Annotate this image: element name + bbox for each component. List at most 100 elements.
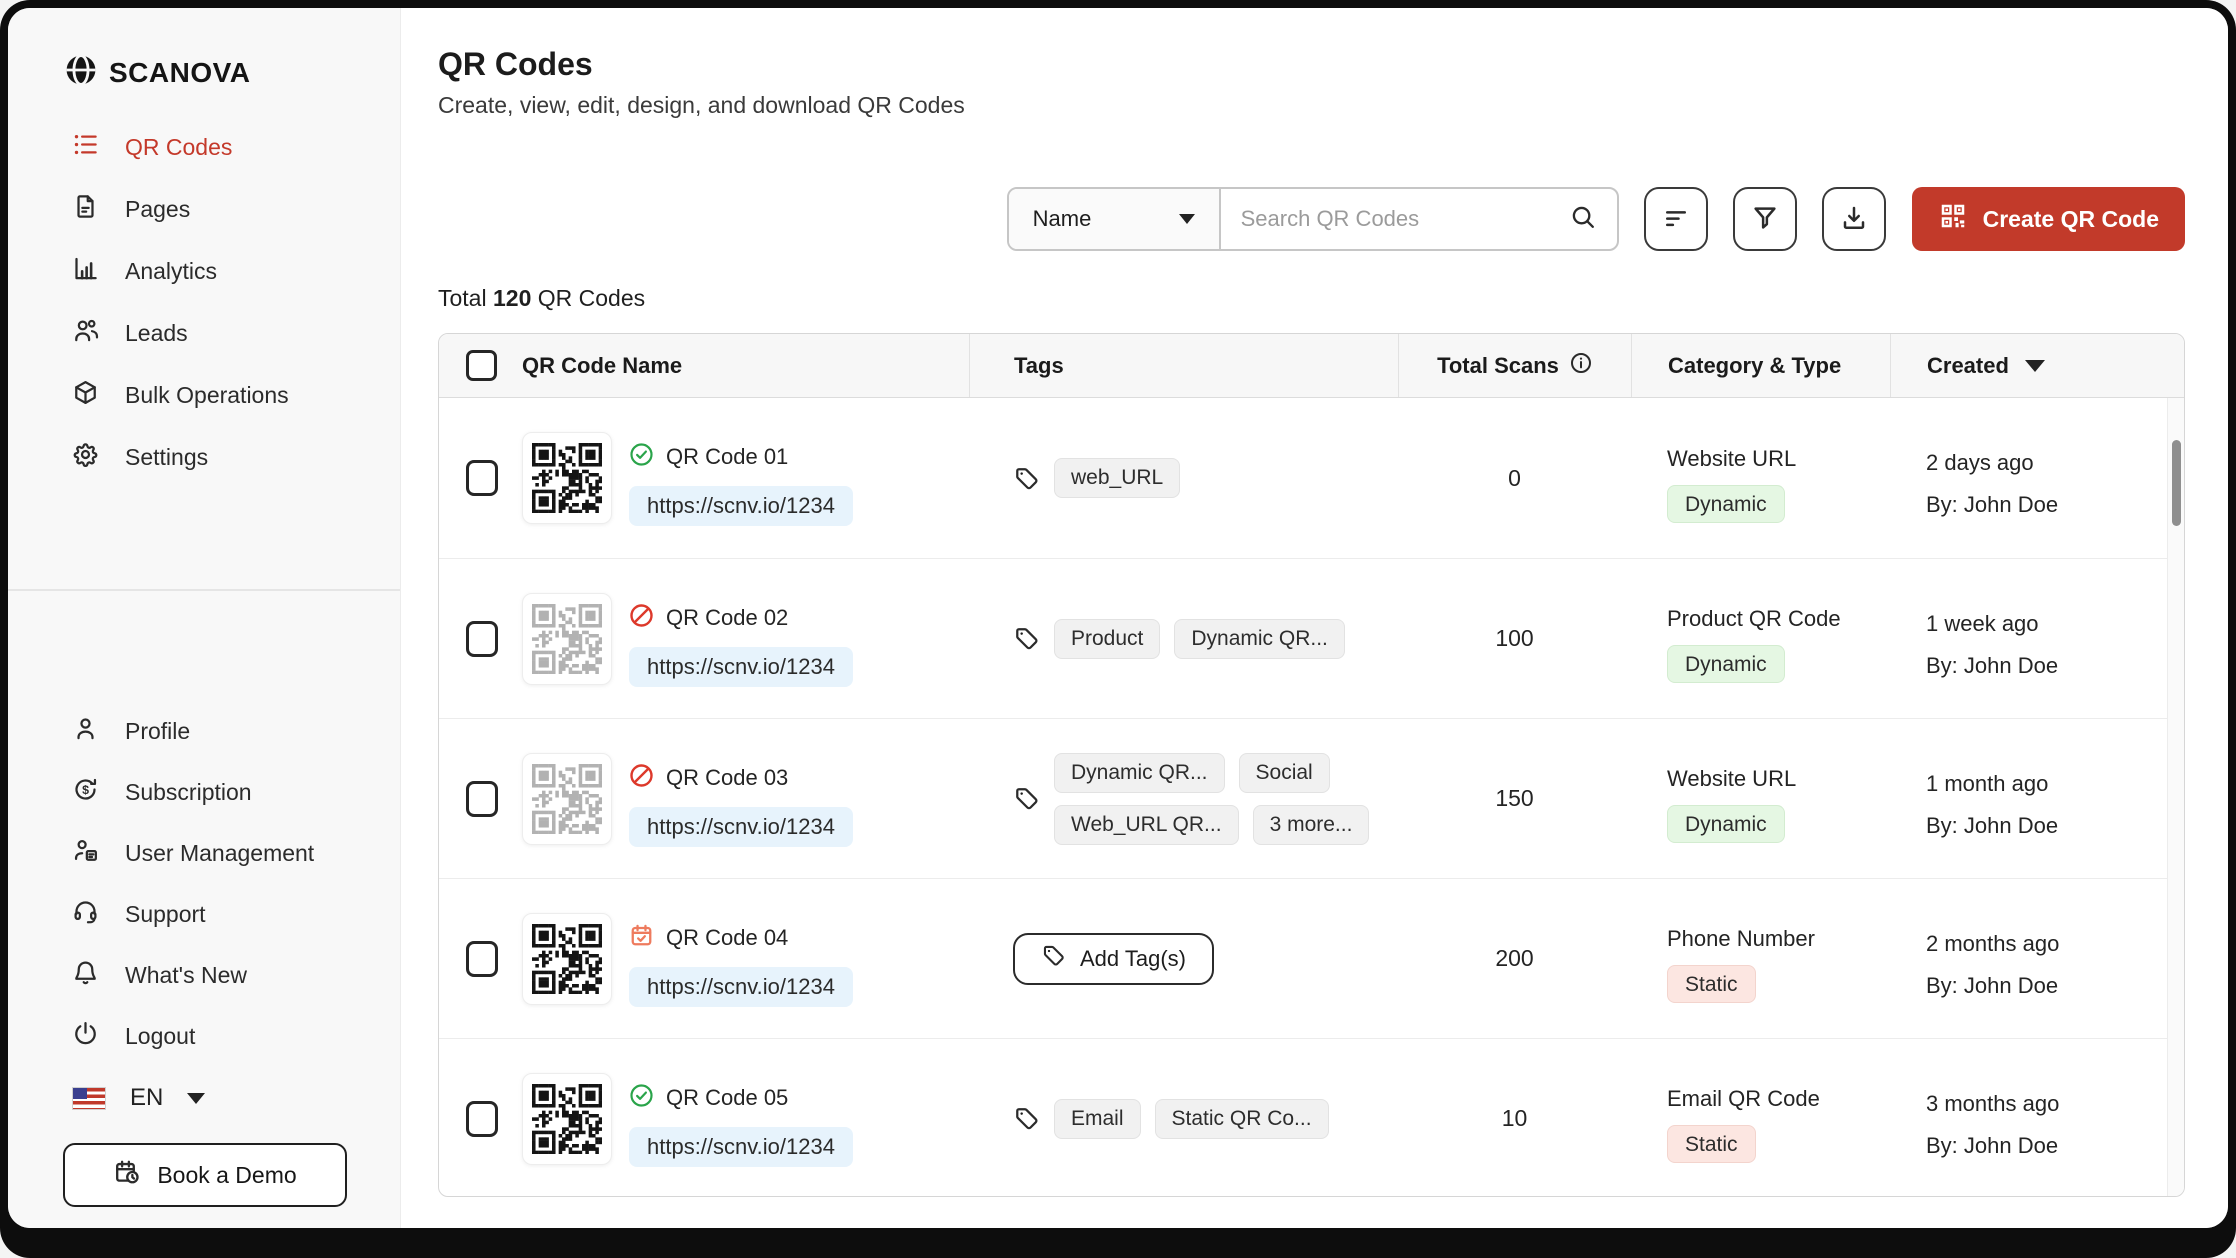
table-row: QR Code 04 https://scnv.io/1234 Add Tag(… <box>439 878 2184 1038</box>
sidebar-item-pages[interactable]: Pages <box>8 178 400 240</box>
sidebar-item-label: Bulk Operations <box>125 382 289 409</box>
column-header-tags: Tags <box>1014 353 1064 379</box>
category-label: Phone Number <box>1667 926 1890 952</box>
row-checkbox[interactable] <box>466 781 498 817</box>
sidebar-item-logout[interactable]: Logout <box>8 1006 400 1067</box>
type-badge: Dynamic <box>1667 645 1785 683</box>
created-by: By: John Doe <box>1926 973 2184 999</box>
qr-thumbnail[interactable] <box>522 1073 612 1165</box>
qr-thumbnail[interactable] <box>522 753 612 845</box>
short-url-pill[interactable]: https://scnv.io/1234 <box>629 486 853 526</box>
row-checkbox[interactable] <box>466 621 498 657</box>
qr-code-name[interactable]: QR Code 04 <box>666 925 788 951</box>
sidebar-item-label: Analytics <box>125 258 217 285</box>
qr-thumbnail[interactable] <box>522 913 612 1005</box>
info-icon[interactable] <box>1569 351 1593 381</box>
qr-thumbnail[interactable] <box>522 432 612 524</box>
column-header-created[interactable]: Created <box>1890 334 2184 397</box>
toolbar: Name <box>1007 187 2185 251</box>
column-header-category-type: Category & Type <box>1668 353 1841 379</box>
search-field-select[interactable]: Name <box>1009 189 1221 249</box>
sidebar-item-label: Logout <box>125 1023 195 1050</box>
sidebar-item-support[interactable]: Support <box>8 884 400 945</box>
tag-list: EmailStatic QR Co... <box>1054 1099 1329 1139</box>
tag-icon <box>1013 465 1040 492</box>
category-label: Website URL <box>1667 766 1890 792</box>
select-all-checkbox[interactable] <box>466 350 497 381</box>
qr-code-name[interactable]: QR Code 05 <box>666 1085 788 1111</box>
language-code: EN <box>130 1084 163 1112</box>
qr-code-icon <box>1938 201 1968 237</box>
qr-code-name[interactable]: QR Code 03 <box>666 765 788 791</box>
created-time: 2 months ago <box>1926 931 2184 957</box>
sidebar-item-label: QR Codes <box>125 134 232 161</box>
table-scrollbar-thumb[interactable] <box>2172 440 2181 526</box>
short-url-pill[interactable]: https://scnv.io/1234 <box>629 807 853 847</box>
table-header: QR Code Name Tags Total Scans Category &… <box>439 334 2184 398</box>
sidebar-divider <box>8 589 400 591</box>
download-button[interactable] <box>1822 187 1886 251</box>
sidebar-item-label: Profile <box>125 718 190 745</box>
sidebar-item-whats-new[interactable]: What's New <box>8 945 400 1006</box>
sidebar-item-leads[interactable]: Leads <box>8 302 400 364</box>
row-checkbox[interactable] <box>466 941 498 977</box>
sidebar-item-analytics[interactable]: Analytics <box>8 240 400 302</box>
search-icon[interactable] <box>1569 203 1597 236</box>
created-time: 3 months ago <box>1926 1091 2184 1117</box>
row-checkbox[interactable] <box>466 1101 498 1137</box>
globe-icon <box>63 52 99 93</box>
row-checkbox[interactable] <box>466 460 498 496</box>
cube-icon <box>72 379 99 412</box>
bar-chart-icon <box>72 255 99 288</box>
category-label: Website URL <box>1667 446 1890 472</box>
status-scheduled-icon <box>629 923 654 953</box>
language-selector[interactable]: EN <box>8 1072 400 1124</box>
column-header-name: QR Code Name <box>522 353 682 379</box>
add-tags-button[interactable]: Add Tag(s) <box>1013 933 1214 985</box>
svg-text:$: $ <box>82 783 89 797</box>
brand-logo: SCANOVA <box>63 52 250 93</box>
short-url-pill[interactable]: https://scnv.io/1234 <box>629 967 853 1007</box>
qr-code-name[interactable]: QR Code 01 <box>666 444 788 470</box>
add-tags-label: Add Tag(s) <box>1080 946 1186 972</box>
primary-nav: QR Codes Pages Analytics Leads Bulk Oper… <box>8 116 400 488</box>
short-url-pill[interactable]: https://scnv.io/1234 <box>629 647 853 687</box>
sidebar-item-settings[interactable]: Settings <box>8 426 400 488</box>
page-subtitle: Create, view, edit, design, and download… <box>438 92 965 119</box>
sidebar-item-qr-codes[interactable]: QR Codes <box>8 116 400 178</box>
sidebar-item-user-management[interactable]: User Management <box>8 823 400 884</box>
created-by: By: John Doe <box>1926 653 2184 679</box>
chevron-down-icon <box>187 1093 205 1104</box>
tag-icon <box>1041 943 1066 974</box>
power-icon <box>72 1020 99 1053</box>
short-url-pill[interactable]: https://scnv.io/1234 <box>629 1127 853 1167</box>
total-count: 120 <box>493 285 531 311</box>
tag-pill: Dynamic QR... <box>1174 619 1345 659</box>
sidebar-item-bulk-operations[interactable]: Bulk Operations <box>8 364 400 426</box>
filter-button[interactable] <box>1733 187 1797 251</box>
create-qr-code-button[interactable]: Create QR Code <box>1912 187 2185 251</box>
search-input[interactable] <box>1241 206 1569 232</box>
book-demo-button[interactable]: Book a Demo <box>63 1143 347 1207</box>
person-icon <box>72 715 99 748</box>
sidebar-item-label: User Management <box>125 840 314 867</box>
tag-icon <box>1013 785 1040 812</box>
sidebar-item-profile[interactable]: Profile <box>8 701 400 762</box>
sort-button[interactable] <box>1644 187 1708 251</box>
user-card-icon <box>72 837 99 870</box>
status-disabled-icon <box>629 763 654 793</box>
qr-code-name[interactable]: QR Code 02 <box>666 605 788 631</box>
brand-name: SCANOVA <box>109 57 250 89</box>
type-badge: Static <box>1667 965 1756 1003</box>
book-demo-label: Book a Demo <box>157 1162 296 1189</box>
tag-list: web_URL <box>1054 458 1180 498</box>
document-icon <box>72 193 99 226</box>
created-by: By: John Doe <box>1926 813 2184 839</box>
tag-pill[interactable]: 3 more... <box>1253 805 1370 845</box>
chevron-down-icon <box>1179 214 1195 224</box>
filter-icon <box>1750 203 1780 236</box>
tag-pill: Product <box>1054 619 1160 659</box>
qr-thumbnail[interactable] <box>522 593 612 685</box>
app-window: SCANOVA QR Codes Pages Analytics Leads <box>8 8 2228 1228</box>
sidebar-item-subscription[interactable]: $ Subscription <box>8 762 400 823</box>
